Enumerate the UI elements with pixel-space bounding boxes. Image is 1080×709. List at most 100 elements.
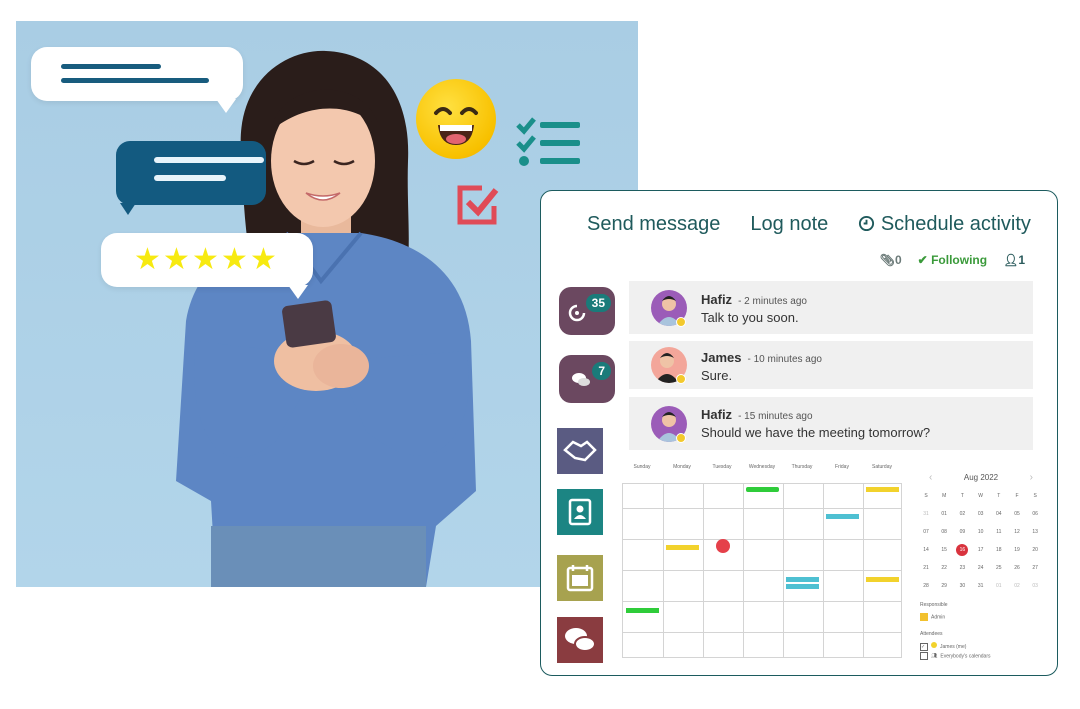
- mini-day[interactable]: 19: [1008, 547, 1026, 553]
- message-author: Hafiz: [701, 292, 733, 307]
- mini-day-initial: F: [1015, 493, 1019, 499]
- star-icon: ★: [134, 243, 161, 276]
- calendar-event[interactable]: [746, 487, 779, 492]
- mini-day-initial: T: [997, 493, 1001, 499]
- message-time: - 15 minutes ago: [738, 411, 813, 422]
- mini-day[interactable]: 01: [990, 583, 1008, 589]
- attendee-filter[interactable]: 👥︎ Everybody's calendars: [920, 652, 991, 660]
- mini-day[interactable]: 20: [1026, 547, 1044, 553]
- log-note-button[interactable]: Log note: [750, 213, 828, 236]
- mini-day[interactable]: 09: [953, 529, 971, 535]
- check-icon: ✔: [917, 253, 928, 267]
- checkbox-checked[interactable]: ✓: [920, 642, 928, 651]
- next-month-icon[interactable]: ›: [1030, 472, 1033, 483]
- mini-day[interactable]: 29: [935, 583, 953, 589]
- mini-day[interactable]: 13: [1026, 529, 1044, 535]
- activities-badge: 35: [585, 294, 611, 312]
- mini-day[interactable]: 03: [972, 511, 990, 517]
- mini-day[interactable]: 11: [990, 529, 1008, 535]
- paperclip-icon: 📎︎: [879, 253, 895, 267]
- mini-day[interactable]: 12: [1008, 529, 1026, 535]
- calendar-event[interactable]: [866, 487, 899, 492]
- attachments-count: 0: [894, 253, 902, 267]
- contacts-icon: [568, 498, 592, 526]
- mini-day[interactable]: 17: [972, 547, 990, 553]
- message-author: James: [701, 350, 742, 365]
- weekday-header: Saturday: [871, 464, 892, 470]
- mini-day[interactable]: 30: [953, 583, 971, 589]
- mini-day[interactable]: 27: [1026, 565, 1044, 571]
- mini-day[interactable]: 22: [935, 565, 953, 571]
- calendar-event[interactable]: [626, 608, 659, 613]
- calendar-event[interactable]: [786, 577, 819, 582]
- send-message-button[interactable]: Send message: [587, 213, 720, 236]
- chat-bubble-dark: [116, 141, 266, 205]
- attachments-button[interactable]: 📎︎0: [880, 253, 902, 267]
- bubble-tail: [216, 99, 236, 113]
- mini-day[interactable]: 26: [1008, 565, 1026, 571]
- responsible-label: Responsible: [920, 602, 948, 608]
- mini-day[interactable]: 14: [917, 547, 935, 553]
- weekday-header: Monday: [673, 464, 691, 470]
- chatter-card: Send message Log note Schedule activity …: [540, 190, 1058, 676]
- grid-line: [623, 601, 901, 602]
- mini-day[interactable]: 10: [972, 529, 990, 535]
- attendee-name: Everybody's calendars: [940, 653, 991, 660]
- mini-day[interactable]: 31: [917, 511, 935, 517]
- mini-day[interactable]: 07: [917, 529, 935, 535]
- mini-day[interactable]: 01: [935, 511, 953, 517]
- calendar-app-tile[interactable]: [557, 555, 603, 601]
- discuss-app-tile[interactable]: [557, 617, 603, 663]
- message-text: Should we have the meeting tomorrow?: [701, 425, 931, 440]
- grid-line: [623, 632, 901, 633]
- mini-day[interactable]: 08: [935, 529, 953, 535]
- following-button[interactable]: ✔ Following: [918, 253, 987, 267]
- mini-day[interactable]: 06: [1026, 511, 1044, 517]
- mini-day[interactable]: 04: [990, 511, 1008, 517]
- mini-day[interactable]: 28: [917, 583, 935, 589]
- crm-app-tile[interactable]: [557, 428, 603, 474]
- mini-day[interactable]: 18: [990, 547, 1008, 553]
- calendar-event[interactable]: [826, 514, 859, 519]
- attendee-filter[interactable]: ✓ James (me): [920, 642, 966, 651]
- mini-day[interactable]: 24: [972, 565, 990, 571]
- mini-day[interactable]: 02: [1008, 583, 1026, 589]
- grid-line: [623, 508, 901, 509]
- mini-day[interactable]: 25: [990, 565, 1008, 571]
- mini-day[interactable]: 16: [956, 544, 969, 556]
- checkbox-checked[interactable]: [920, 613, 928, 621]
- handshake-icon: [563, 440, 597, 462]
- calendar-grid[interactable]: [622, 483, 902, 658]
- responsible-filter[interactable]: Admin: [920, 613, 945, 621]
- mini-day[interactable]: 03: [1026, 583, 1044, 589]
- checklist-icon: [516, 117, 580, 166]
- weekday-header: Tuesday: [712, 464, 732, 470]
- calendar-event[interactable]: [666, 545, 699, 550]
- checkbox-unchecked[interactable]: [920, 652, 928, 660]
- followers-count: 1: [1018, 253, 1025, 267]
- schedule-activity-label: Schedule activity: [880, 213, 1031, 235]
- responsible-name: Admin: [931, 614, 946, 621]
- mini-day[interactable]: 05: [1008, 511, 1026, 517]
- followers-button[interactable]: 👤︎1: [1003, 253, 1025, 267]
- messages-button[interactable]: 7: [559, 355, 615, 403]
- calendar-event[interactable]: [866, 577, 899, 582]
- message-item: Hafiz - 2 minutes ago Talk to you soon.: [629, 281, 1033, 334]
- schedule-activity-button[interactable]: Schedule activity: [858, 213, 1031, 236]
- mini-day-initial: S: [924, 493, 928, 499]
- event-marker-dot[interactable]: [716, 539, 730, 553]
- weekday-header: Friday: [835, 464, 849, 470]
- activity-icon: [568, 304, 586, 322]
- star-icon: ★: [250, 243, 277, 276]
- message-author: Hafiz: [701, 407, 733, 422]
- mini-day[interactable]: 15: [935, 547, 953, 553]
- calendar-event[interactable]: [786, 584, 819, 589]
- star-icon: ★: [163, 243, 190, 276]
- calendar-icon: [566, 565, 594, 592]
- contacts-app-tile[interactable]: [557, 489, 603, 535]
- mini-day[interactable]: 31: [972, 583, 990, 589]
- mini-day[interactable]: 02: [953, 511, 971, 517]
- mini-day[interactable]: 21: [917, 565, 935, 571]
- mini-day[interactable]: 23: [953, 565, 971, 571]
- activities-button[interactable]: 35: [559, 287, 615, 335]
